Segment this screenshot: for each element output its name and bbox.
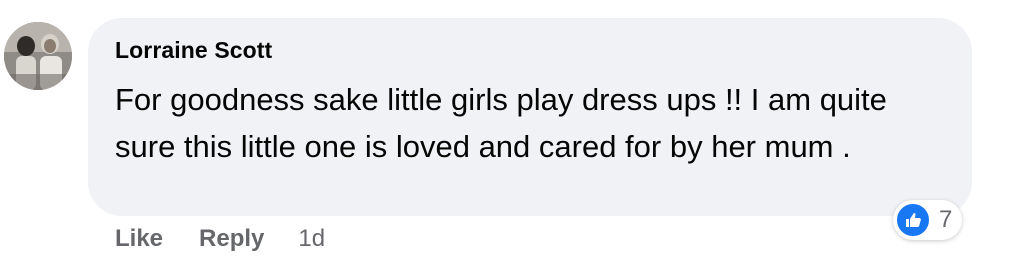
comment-actions: Like Reply 1d <box>115 222 325 256</box>
comment-author-name[interactable]: Lorraine Scott <box>115 37 272 64</box>
comment-body-text: For goodness sake little girls play dres… <box>115 82 887 164</box>
reply-button[interactable]: Reply <box>199 225 264 253</box>
comment-timestamp[interactable]: 1d <box>298 225 325 253</box>
avatar-photo-icon <box>4 22 72 90</box>
thumbs-up-icon <box>895 202 931 238</box>
reaction-summary[interactable]: 7 <box>893 200 963 240</box>
reaction-count: 7 <box>939 206 953 233</box>
like-button[interactable]: Like <box>115 225 163 253</box>
comment-page: Lorraine Scott For goodness sake little … <box>0 0 1024 256</box>
avatar[interactable] <box>4 22 72 90</box>
previous-comment-fragment <box>214 0 274 4</box>
